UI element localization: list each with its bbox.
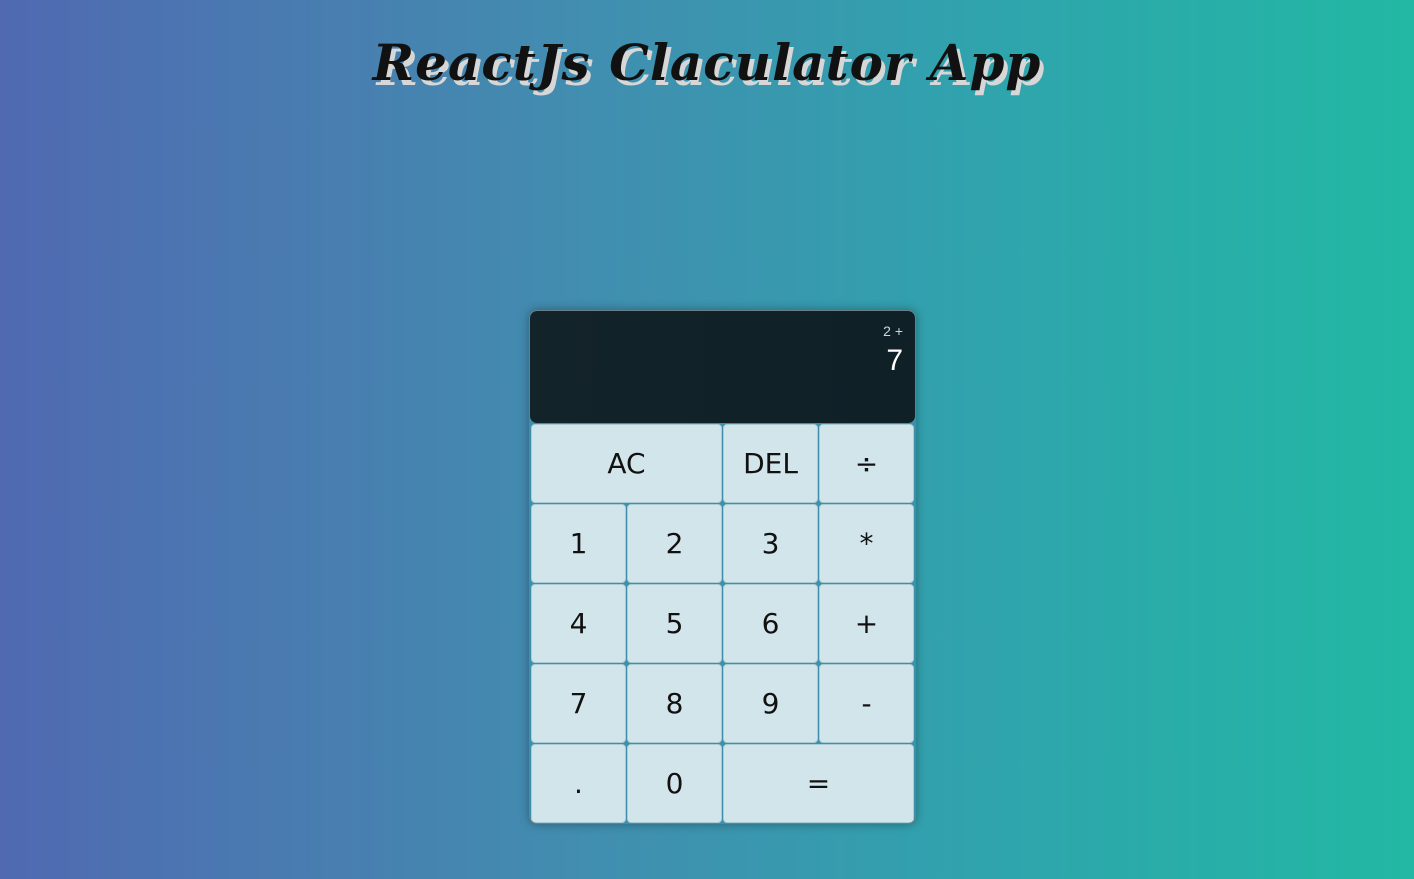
app-title: ReactJs Claculator App: [372, 33, 1042, 92]
del-button[interactable]: DEL: [723, 424, 818, 503]
multiply-button[interactable]: *: [819, 504, 914, 583]
digit-2-button[interactable]: 2: [627, 504, 722, 583]
digit-5-button[interactable]: 5: [627, 584, 722, 663]
digit-0-button[interactable]: 0: [627, 744, 722, 823]
decimal-button[interactable]: .: [531, 744, 626, 823]
divide-button[interactable]: ÷: [819, 424, 914, 503]
previous-operand: 2 +: [883, 323, 903, 339]
calculator-display: 2 + 7: [530, 311, 915, 423]
current-operand: 7: [886, 344, 903, 377]
digit-9-button[interactable]: 9: [723, 664, 818, 743]
digit-8-button[interactable]: 8: [627, 664, 722, 743]
calculator: 2 + 7 AC DEL ÷ 1 2 3 * 4 5 6 + 7 8 9 - .…: [529, 310, 916, 824]
digit-7-button[interactable]: 7: [531, 664, 626, 743]
equals-button[interactable]: =: [723, 744, 914, 823]
ac-button[interactable]: AC: [531, 424, 722, 503]
keypad: AC DEL ÷ 1 2 3 * 4 5 6 + 7 8 9 - . 0 =: [531, 424, 915, 823]
digit-1-button[interactable]: 1: [531, 504, 626, 583]
digit-4-button[interactable]: 4: [531, 584, 626, 663]
minus-button[interactable]: -: [819, 664, 914, 743]
digit-3-button[interactable]: 3: [723, 504, 818, 583]
digit-6-button[interactable]: 6: [723, 584, 818, 663]
plus-button[interactable]: +: [819, 584, 914, 663]
